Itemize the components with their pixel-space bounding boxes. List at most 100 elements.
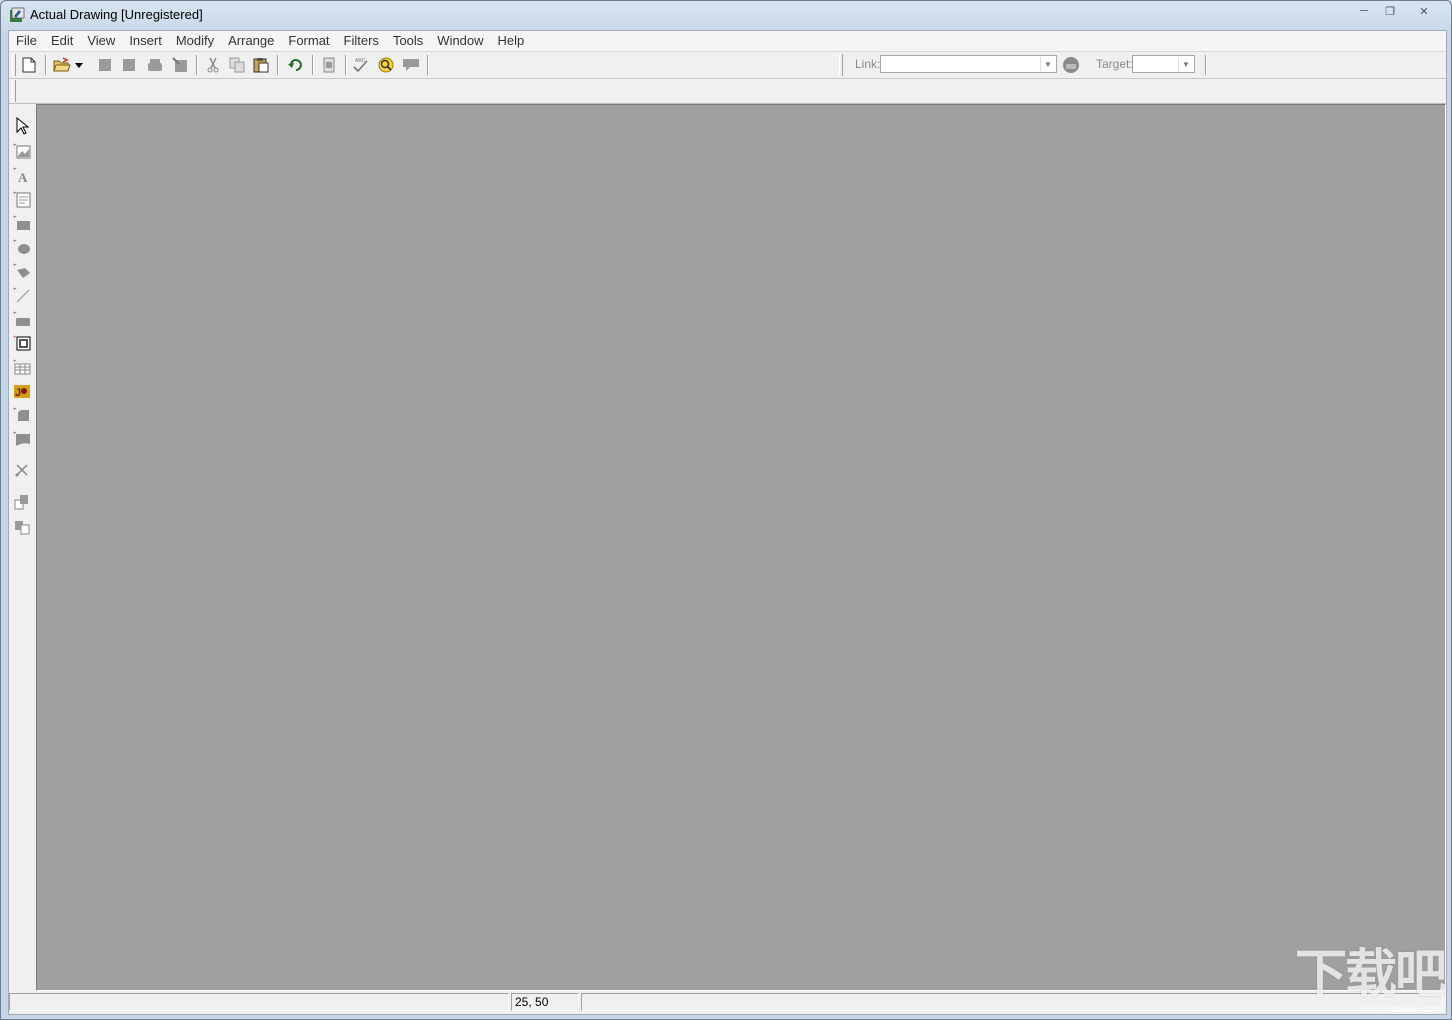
svg-text:+: + (13, 335, 17, 341)
new-document-button[interactable] (19, 55, 39, 75)
insert-page-tool[interactable]: + (12, 429, 32, 449)
insert-textblock-icon: + (13, 191, 31, 208)
insert-page-icon: + (13, 431, 30, 446)
new-document-icon (22, 57, 36, 73)
paste-button[interactable] (251, 55, 271, 75)
print-button[interactable] (145, 55, 165, 75)
pointer-tool[interactable] (12, 116, 32, 136)
target-combobox[interactable]: ▼ (1132, 55, 1195, 73)
link-button[interactable] (1061, 55, 1081, 75)
close-button[interactable]: ✕ (1403, 2, 1445, 20)
toolbar-separator (345, 55, 347, 75)
svg-text:+: + (13, 287, 17, 293)
chevron-down-icon[interactable]: ▼ (1040, 57, 1055, 71)
document-properties-button[interactable] (319, 55, 339, 75)
maximize-button[interactable]: ❐ (1377, 2, 1403, 20)
delete-object-icon (15, 464, 28, 477)
save-as-icon (123, 59, 135, 71)
menu-window[interactable]: Window (430, 31, 490, 51)
insert-animation-tool[interactable]: J (12, 381, 32, 401)
app-window: Actual Drawing [Unregistered] ─ ❐ ✕ File… (0, 0, 1452, 1020)
insert-polygon-tool[interactable]: + (12, 261, 32, 281)
toolbar-separator (45, 55, 47, 75)
insert-form-tool[interactable]: + (12, 333, 32, 353)
target-label: Target: (1096, 57, 1133, 71)
menu-insert[interactable]: Insert (122, 31, 169, 51)
minimize-icon: ─ (1360, 5, 1368, 17)
toolbar-grip[interactable] (12, 80, 16, 102)
chevron-down-icon[interactable]: ▼ (1178, 57, 1193, 71)
cut-button[interactable] (203, 55, 223, 75)
minimize-button[interactable]: ─ (1351, 2, 1377, 20)
spell-check-button[interactable]: ABC (351, 55, 371, 75)
comment-button[interactable] (401, 55, 421, 75)
export-button[interactable] (170, 55, 190, 75)
pointer-icon (16, 117, 29, 135)
secondary-toolbar (9, 79, 1446, 104)
svg-text:A: A (18, 170, 28, 184)
insert-textblock-tool[interactable]: + (12, 189, 32, 209)
menu-view[interactable]: View (80, 31, 122, 51)
svg-text:+: + (13, 407, 17, 413)
svg-text:J: J (15, 387, 21, 399)
menu-edit[interactable]: Edit (44, 31, 80, 51)
drawing-canvas[interactable] (36, 104, 1446, 991)
open-button[interactable] (52, 55, 72, 75)
cut-icon (207, 57, 219, 73)
insert-line-tool[interactable]: + (12, 285, 32, 305)
dropdown-arrow-icon (75, 62, 83, 68)
save-as-button[interactable] (119, 55, 139, 75)
spell-check-icon: ABC (353, 58, 368, 73)
find-button[interactable] (376, 55, 396, 75)
insert-table-tool[interactable]: + (12, 357, 32, 377)
link-combobox[interactable]: ▼ (880, 55, 1057, 73)
open-folder-icon (53, 57, 71, 72)
undo-button[interactable] (286, 55, 306, 75)
watermark-url: www.xiazaiba.com (1358, 1004, 1441, 1015)
insert-image-tool[interactable]: + (12, 141, 32, 161)
save-button[interactable] (95, 55, 115, 75)
insert-rectangle-icon: + (13, 215, 30, 230)
window-title: Actual Drawing [Unregistered] (30, 7, 203, 22)
svg-text:+: + (13, 311, 17, 317)
main-toolbar: ABC Link: ▼ Target: ▼ (9, 52, 1446, 79)
svg-text:+: + (13, 143, 17, 149)
close-icon: ✕ (1419, 5, 1429, 18)
menu-format[interactable]: Format (281, 31, 336, 51)
print-icon (148, 59, 162, 71)
toolbar-grip[interactable] (12, 54, 16, 76)
send-backward-icon (15, 521, 30, 535)
menu-arrange[interactable]: Arrange (221, 31, 281, 51)
maximize-icon: ❐ (1385, 5, 1395, 18)
insert-shape-icon: + (13, 407, 29, 421)
link-toolbar-grip[interactable] (839, 54, 843, 76)
insert-ellipse-tool[interactable]: + (12, 237, 32, 257)
toolbar-separator (1205, 55, 1207, 75)
insert-rectangle-tool[interactable]: + (12, 213, 32, 233)
menu-filters[interactable]: Filters (337, 31, 386, 51)
bring-forward-tool[interactable] (12, 492, 32, 512)
app-icon (10, 7, 25, 22)
insert-shape-tool[interactable]: + (12, 405, 32, 425)
menu-modify[interactable]: Modify (169, 31, 221, 51)
open-dropdown-button[interactable] (73, 55, 85, 75)
watermark-logo: 下载吧 (1294, 945, 1447, 1005)
status-coordinates: 25, 50 (511, 993, 579, 1011)
menu-help[interactable]: Help (491, 31, 532, 51)
svg-text:+: + (13, 167, 17, 173)
undo-icon (288, 59, 302, 71)
status-message (9, 993, 509, 1011)
copy-button[interactable] (227, 55, 247, 75)
delete-object-tool[interactable] (12, 460, 32, 480)
menu-bar: File Edit View Insert Modify Arrange For… (9, 31, 1446, 52)
insert-text-tool[interactable]: + A (12, 165, 32, 185)
toolbar-separator (427, 55, 429, 75)
insert-button-tool[interactable]: + (12, 309, 32, 329)
svg-text:+: + (13, 263, 17, 269)
menu-file[interactable]: File (9, 31, 44, 51)
title-bar[interactable]: Actual Drawing [Unregistered] ─ ❐ ✕ (1, 1, 1451, 29)
menu-tools[interactable]: Tools (386, 31, 430, 51)
send-backward-tool[interactable] (12, 517, 32, 537)
document-properties-icon (323, 57, 335, 73)
comment-icon (403, 59, 419, 71)
